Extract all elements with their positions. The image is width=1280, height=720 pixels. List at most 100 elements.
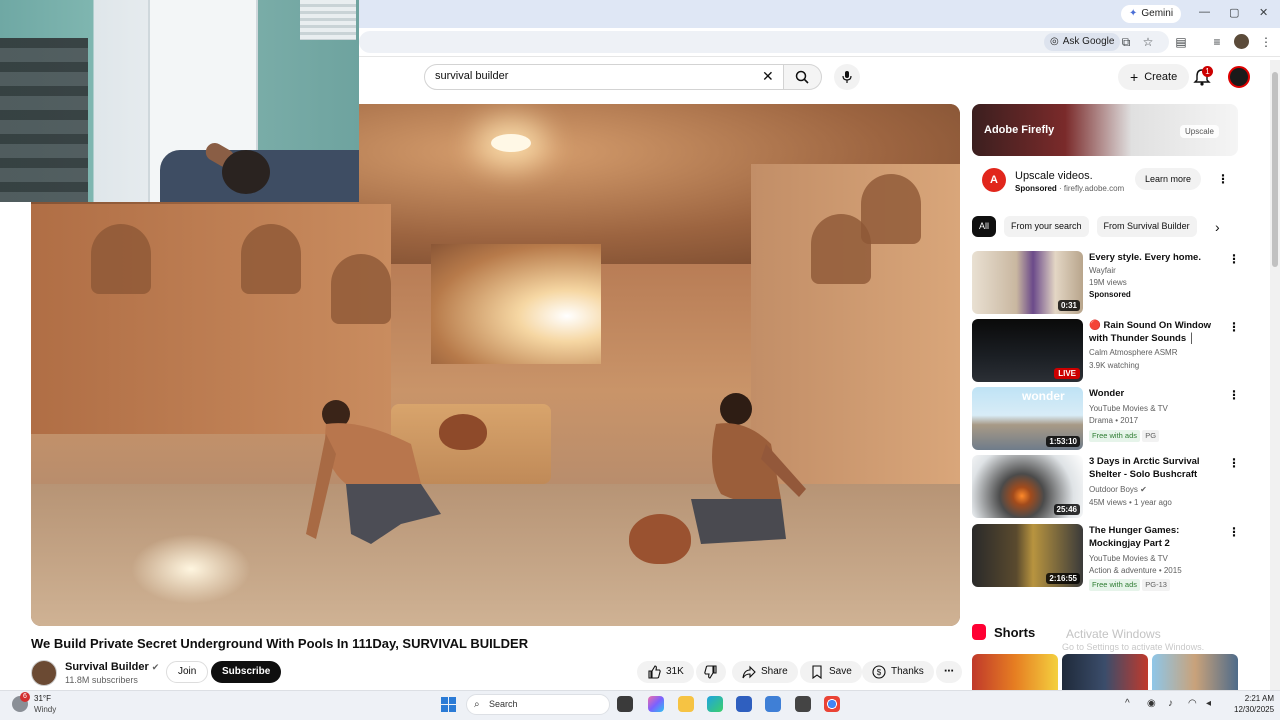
recommendation-item[interactable]: 25:46 3 Days in Arctic Survival Shelter … xyxy=(972,455,1240,519)
subscribe-button[interactable]: Subscribe xyxy=(211,661,282,683)
video-stats: 3.9K watching xyxy=(1089,361,1140,370)
voice-search-button[interactable] xyxy=(834,64,860,90)
channel-name: Calm Atmosphere ASMR xyxy=(1089,348,1178,357)
task-view-icon[interactable] xyxy=(617,696,633,712)
ad-banner-brand: Adobe Firefly xyxy=(984,124,1055,136)
chevron-right-icon[interactable]: › xyxy=(1215,218,1220,236)
close-window-icon[interactable]: ✕ xyxy=(1259,6,1268,19)
youtube-account-avatar[interactable] xyxy=(1228,66,1250,88)
ad-banner-badge: Upscale xyxy=(1180,125,1219,138)
save-button[interactable]: Save xyxy=(800,661,862,683)
short-thumbnail[interactable] xyxy=(972,654,1058,690)
webcam-overlay xyxy=(0,0,359,202)
more-options-icon[interactable]: ⋮ xyxy=(1228,389,1240,401)
video-title[interactable]: 3 Days in Arctic Survival Shelter - Solo… xyxy=(1089,455,1224,483)
clear-search-icon[interactable]: ✕ xyxy=(762,68,774,84)
more-options-icon[interactable]: ⋮ xyxy=(1228,253,1240,265)
channel-name-link[interactable]: Survival Builder ✔ xyxy=(65,661,159,673)
gemini-label: Gemini xyxy=(1141,8,1174,19)
video-scene-niche xyxy=(91,224,151,294)
channel-avatar[interactable] xyxy=(31,660,57,686)
tray-network-icon[interactable]: ◉ xyxy=(1147,698,1156,709)
chip-from-your-search[interactable]: From your search xyxy=(1004,216,1089,237)
subscriber-count: 11.8M subscribers xyxy=(65,675,138,685)
more-options-icon[interactable]: ⋮ xyxy=(1228,457,1240,469)
gemini-button[interactable]: ✦ Gemini xyxy=(1121,5,1182,23)
video-thumbnail[interactable]: wonder 1:53:10 xyxy=(972,387,1083,450)
windows-start-icon[interactable] xyxy=(441,697,456,712)
scrollbar-thumb[interactable] xyxy=(1272,72,1278,267)
install-app-icon[interactable]: ⧉ xyxy=(1118,34,1134,50)
reading-list-icon[interactable]: ≡ xyxy=(1209,34,1225,50)
copilot-icon[interactable] xyxy=(648,696,664,712)
recommendation-item[interactable]: 0:31 Every style. Every home. Wayfair 19… xyxy=(972,251,1240,315)
video-thumbnail[interactable]: 2:16:55 xyxy=(972,524,1083,587)
browser-profile-avatar[interactable] xyxy=(1234,34,1249,49)
shorts-section-header: Shorts xyxy=(972,624,1035,640)
microsoft-store-icon[interactable] xyxy=(736,696,752,712)
maximize-icon[interactable]: ▢ xyxy=(1229,6,1239,19)
thanks-button[interactable]: $ Thanks xyxy=(862,661,934,683)
tray-chevron-up-icon[interactable]: ^ xyxy=(1125,698,1130,709)
ask-google-button[interactable]: ◎ Ask Google xyxy=(1044,33,1121,51)
ask-google-label: Ask Google xyxy=(1062,36,1115,47)
short-thumbnail[interactable] xyxy=(1062,654,1148,690)
free-with-ads-badge: Free with ads xyxy=(1089,430,1141,442)
more-actions-button[interactable]: ⋯ xyxy=(936,661,962,683)
more-options-icon[interactable]: ⋮ xyxy=(1228,321,1240,333)
media-player-icon[interactable] xyxy=(795,696,811,712)
video-thumbnail[interactable]: 0:31 xyxy=(972,251,1083,314)
taskbar-search[interactable]: ⌕ Search xyxy=(466,694,610,715)
video-thumbnail[interactable]: LIVE xyxy=(972,319,1083,382)
tray-microphone-icon[interactable]: ♪ xyxy=(1168,698,1173,709)
video-stats: 19M views xyxy=(1089,278,1127,287)
video-title[interactable]: Every style. Every home. xyxy=(1089,251,1224,264)
ad-menu-icon[interactable]: ⋮ xyxy=(1217,173,1229,185)
clock-time: 2:21 AM xyxy=(1244,694,1275,703)
browser-menu-icon[interactable]: ⋮ xyxy=(1258,34,1274,50)
mail-icon[interactable] xyxy=(765,696,781,712)
channel-name: YouTube Movies & TV xyxy=(1089,554,1168,563)
more-options-icon[interactable]: ⋮ xyxy=(1228,526,1240,538)
ad-domain: firefly.adobe.com xyxy=(1063,184,1125,193)
join-button[interactable]: Join xyxy=(166,661,209,683)
chip-all[interactable]: All xyxy=(972,216,997,237)
recommendation-item[interactable]: LIVE 🔴 Rain Sound On Window with Thunder… xyxy=(972,319,1240,383)
video-title[interactable]: The Hunger Games: Mockingjay Part 2 xyxy=(1089,524,1224,550)
webcam-person xyxy=(222,150,270,194)
video-scene-worker xyxy=(691,393,806,544)
video-duration: 1:53:10 xyxy=(1046,436,1080,447)
chrome-icon[interactable] xyxy=(824,696,840,712)
dislike-button[interactable] xyxy=(696,661,726,683)
side-panel-icon[interactable]: ▤ xyxy=(1173,34,1189,50)
search-icon xyxy=(795,70,809,84)
tray-volume-icon[interactable]: ◂ xyxy=(1206,698,1211,709)
like-count: 31K xyxy=(666,666,684,677)
bookmark-star-icon[interactable]: ☆ xyxy=(1140,34,1156,50)
video-scene-tunnel-light xyxy=(431,244,601,364)
shorts-logo-icon xyxy=(972,624,986,640)
taskbar-search-label: Search xyxy=(489,699,518,709)
channel-name: YouTube Movies & TV xyxy=(1089,404,1168,413)
ad-title[interactable]: Upscale videos. xyxy=(1015,170,1093,182)
short-thumbnail[interactable] xyxy=(1152,654,1238,690)
recommendation-item[interactable]: 2:16:55 The Hunger Games: Mockingjay Par… xyxy=(972,524,1240,591)
video-title[interactable]: 🔴 Rain Sound On Window with Thunder Soun… xyxy=(1089,319,1224,347)
minimize-icon[interactable]: — xyxy=(1199,6,1210,18)
channel-name: Survival Builder xyxy=(65,661,149,673)
edge-browser-icon[interactable] xyxy=(707,696,723,712)
create-button[interactable]: + Create xyxy=(1118,64,1190,90)
taskbar-clock[interactable]: 2:21 AM 12/30/2025 xyxy=(1234,693,1274,715)
weather-temperature: 31°F xyxy=(34,694,51,703)
recommendation-item[interactable]: wonder 1:53:10 Wonder YouTube Movies & T… xyxy=(972,387,1240,451)
video-scene-floor-light xyxy=(131,534,251,604)
video-thumbnail[interactable]: 25:46 xyxy=(972,455,1083,518)
learn-more-button[interactable]: Learn more xyxy=(1135,168,1202,190)
tray-wifi-icon[interactable]: ◠ xyxy=(1188,698,1197,709)
like-button[interactable]: 31K xyxy=(637,661,694,683)
file-explorer-icon[interactable] xyxy=(678,696,694,712)
search-button[interactable] xyxy=(784,64,822,90)
video-title[interactable]: Wonder xyxy=(1089,387,1224,400)
chip-from-survival-builder[interactable]: From Survival Builder xyxy=(1096,216,1197,237)
share-button[interactable]: Share xyxy=(732,661,798,683)
